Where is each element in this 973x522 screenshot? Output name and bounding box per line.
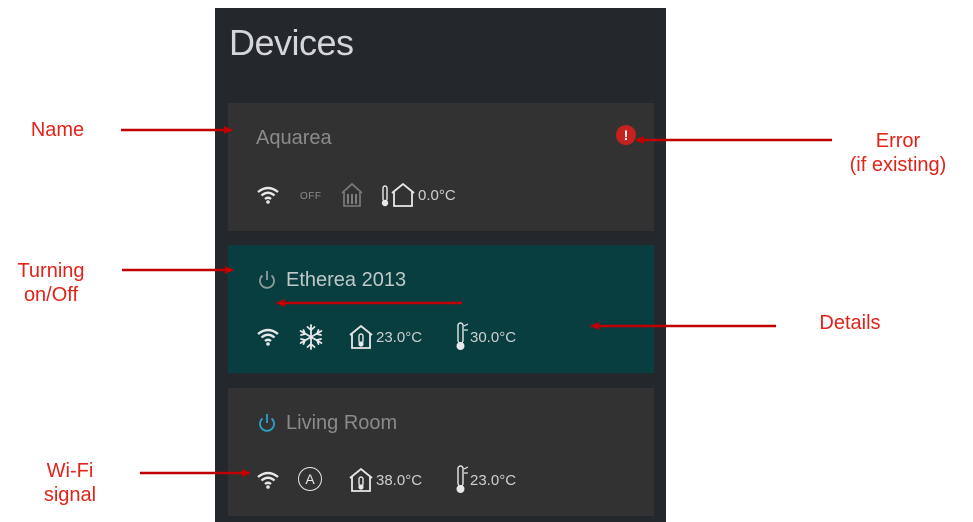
- annotation-arrows: [121, 126, 832, 477]
